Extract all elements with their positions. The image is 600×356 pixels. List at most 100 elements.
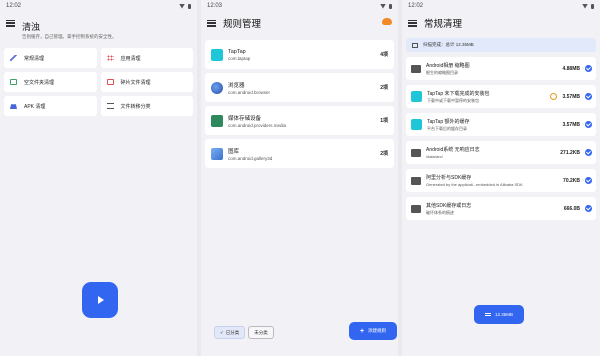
- cloud-download-icon[interactable]: [382, 18, 392, 25]
- plus-icon: +: [359, 327, 365, 335]
- chip-unclassified[interactable]: 未分类: [248, 326, 274, 339]
- rules-screen: 12:03 规则管理 TapTap com.taptap 4项 浏览器 com.an…: [201, 0, 398, 356]
- play-icon: [98, 296, 104, 304]
- folder-icon: [411, 148, 421, 157]
- menu-icon[interactable]: [6, 19, 15, 27]
- gallery-icon: [211, 147, 223, 160]
- tile-label: APK 清理: [24, 103, 46, 110]
- tile-regular-clean[interactable]: 常规清理: [4, 48, 97, 68]
- page-title: 规则管理: [223, 19, 262, 30]
- battery-icon: [389, 3, 392, 9]
- clean-item-list: Android相册 缩略图 根生的缩略图目录 4.88MB TapTap 未下载完…: [402, 52, 600, 220]
- scan-summary-text: 扫描完成：总计 12.35MB: [423, 42, 474, 47]
- move-icon: [106, 103, 114, 109]
- rule-package: com.android.providers.media: [228, 122, 287, 128]
- item-name: TapTap 额外的缓存: [427, 118, 470, 125]
- taptap-icon: [411, 91, 422, 102]
- item-name: 阿里分析与SDK缓存: [426, 175, 472, 181]
- status-bar: 12:02: [0, 0, 197, 12]
- tile-label: 常规清理: [24, 55, 45, 62]
- status-bar: 12:02: [402, 0, 600, 12]
- checkbox-checked-icon[interactable]: [585, 205, 592, 212]
- rule-count: 2项: [380, 151, 388, 157]
- item-size: 3.57MB: [562, 93, 580, 100]
- clean-item[interactable]: Android系统 无响应日志/data/anr/ 271.2KB: [406, 141, 596, 164]
- regular-clean-screen: 12:02 常规清理 扫描完成：总计 12.35MB Android相册 缩略图…: [402, 0, 600, 356]
- item-desc: Generated by the applicati...embedded in…: [426, 182, 523, 187]
- clean-item[interactable]: 阿里分析与SDK缓存 Generated by the applicati...e…: [406, 169, 596, 192]
- tile-fragment-clean[interactable]: 碎片文件清理: [100, 72, 193, 92]
- tile-label: 应用清理: [120, 55, 141, 62]
- menu-icon[interactable]: [408, 19, 417, 27]
- item-size: 3.57MB: [562, 121, 580, 128]
- top-app-bar: [0, 12, 197, 34]
- wifi-icon: [380, 3, 386, 9]
- checkbox-checked-icon[interactable]: [585, 177, 592, 184]
- status-time: 12:03: [207, 3, 223, 9]
- android-icon: [10, 104, 17, 109]
- checkbox-checked-icon[interactable]: [585, 149, 592, 156]
- chip-classified[interactable]: ✓ 已分类: [214, 326, 246, 339]
- fragment-file-icon: [106, 79, 114, 85]
- clean-item[interactable]: TapTap 未下载完成的安装包 下载中或下载中暂停的安装包 3.57MB: [406, 85, 596, 108]
- rule-item[interactable]: TapTap com.taptap 4项: [205, 40, 394, 69]
- clean-item[interactable]: TapTap 额外的缓存 平台下载后的缓存目录 3.57MB: [406, 113, 596, 136]
- checkbox-checked-icon[interactable]: [585, 93, 592, 100]
- item-desc: 根生的缩略图目录: [426, 69, 458, 75]
- add-rule-button[interactable]: + 添建规则: [349, 322, 397, 340]
- item-name: TapTap 未下载完成的安装包: [427, 90, 490, 97]
- broom-icon: [484, 313, 491, 316]
- tile-empty-folder-clean[interactable]: 空文件夹清理: [4, 72, 97, 92]
- rule-name: 媒体存储设备: [228, 115, 262, 122]
- wifi-icon: [582, 3, 588, 9]
- item-desc: 下载中或下载中暂停的安装包: [427, 97, 479, 103]
- rule-name: 浏览器: [228, 82, 245, 89]
- filter-chips: ✓ 已分类 未分类: [214, 326, 274, 339]
- rule-name: 图库: [228, 148, 240, 155]
- status-time: 12:02: [6, 3, 22, 9]
- start-scan-button[interactable]: [82, 282, 118, 318]
- tile-label: 空文件夹清理: [24, 79, 55, 86]
- clean-item[interactable]: 其他SDK缓存或日志 破坏体系的痕迹 666.0B: [406, 197, 596, 220]
- rule-item[interactable]: 媒体存储设备 com.android.providers.media 1项: [205, 106, 394, 135]
- item-name: Android相册 缩略图: [426, 62, 470, 69]
- chip-label: 已分类: [225, 329, 240, 335]
- home-screen: 12:02 清浊 告别缓存，自己管理。掌手控制系统的安全性。 常规清理 应用清理…: [0, 0, 197, 356]
- checkbox-checked-icon[interactable]: [585, 65, 592, 72]
- taptap-icon: [411, 119, 422, 130]
- broom-icon: [10, 55, 17, 61]
- fab-label: 添建规则: [368, 328, 387, 333]
- item-desc: /data/anr/: [426, 154, 443, 159]
- rule-item[interactable]: 图库 com.android.gallery3d 2项: [205, 139, 394, 168]
- tile-app-clean[interactable]: 应用清理: [100, 48, 193, 68]
- feature-grid: 常规清理 应用清理 空文件夹清理 碎片文件清理 APK 清理 文件转移分类: [0, 40, 197, 116]
- android-icon: [211, 114, 223, 127]
- app-grid-icon: [106, 55, 114, 61]
- warning-icon[interactable]: [550, 93, 558, 100]
- tile-file-move[interactable]: 文件转移分类: [100, 96, 193, 116]
- wifi-icon: [179, 3, 185, 9]
- rule-item[interactable]: 浏览器 com.android.browser 2项: [205, 73, 394, 102]
- rule-package: com.taptap: [228, 55, 251, 61]
- rule-package: com.android.browser: [228, 89, 271, 95]
- item-desc: 破坏体系的痕迹: [426, 209, 454, 215]
- status-bar: 12:03: [201, 0, 398, 12]
- status-time: 12:02: [408, 3, 424, 9]
- clean-now-button[interactable]: 12.35MB: [474, 305, 524, 324]
- rule-count: 4项: [380, 52, 388, 58]
- item-name: 其他SDK缓存或日志: [426, 202, 472, 209]
- menu-icon[interactable]: [207, 19, 216, 27]
- item-size: 271.2KB: [560, 149, 580, 156]
- checkbox-checked-icon[interactable]: [585, 121, 592, 128]
- clean-item[interactable]: Android相册 缩略图 根生的缩略图目录 4.88MB: [406, 57, 596, 80]
- folder-icon: [10, 79, 17, 85]
- chip-label: 未分类: [254, 329, 268, 335]
- rule-package: com.android.gallery3d: [228, 155, 273, 161]
- tile-apk-clean[interactable]: APK 清理: [4, 96, 97, 116]
- folder-icon: [411, 176, 421, 185]
- item-name: Android系统 无响应日志: [426, 147, 480, 153]
- rule-count: 2项: [380, 85, 388, 91]
- check-icon: ✓: [220, 329, 224, 335]
- storage-icon: [412, 42, 418, 48]
- item-size: 70.2KB: [563, 177, 580, 184]
